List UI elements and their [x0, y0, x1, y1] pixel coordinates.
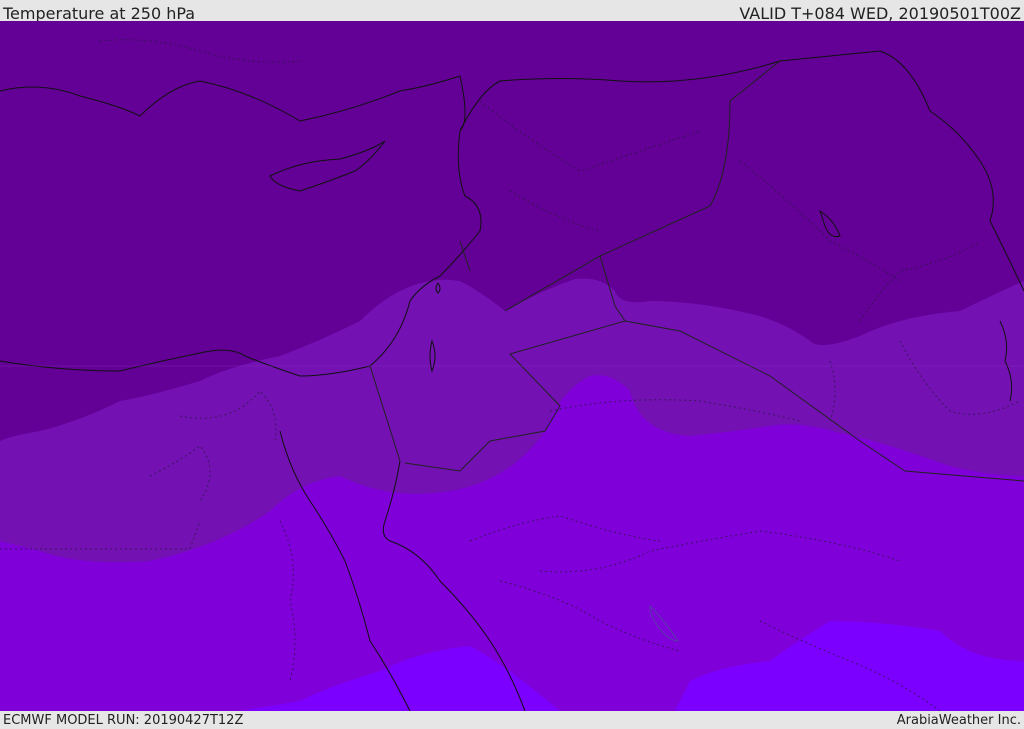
- model-run-label: ECMWF MODEL RUN: 20190427T12Z: [3, 713, 244, 728]
- map-canvas: [0, 21, 1024, 711]
- credit-label: ArabiaWeather Inc.: [896, 713, 1021, 728]
- footer-bar: ECMWF MODEL RUN: 20190427T12Z ArabiaWeat…: [0, 711, 1024, 729]
- header-bar: Temperature at 250 hPa VALID T+084 WED, …: [0, 0, 1024, 23]
- weather-map[interactable]: [0, 21, 1024, 711]
